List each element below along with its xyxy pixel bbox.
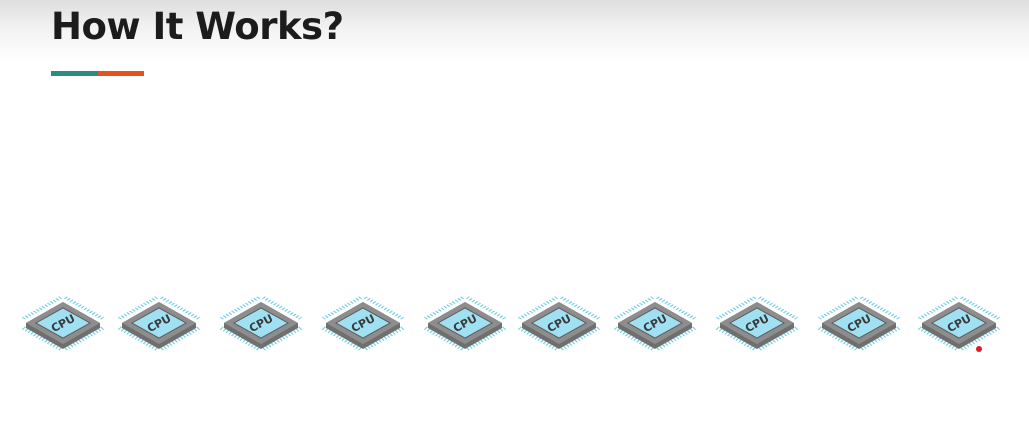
cpu-chip: CPU: [318, 290, 408, 358]
cpu-chip-icon: CPU: [220, 296, 302, 351]
cpu-chip: CPU: [514, 290, 604, 358]
cpu-chip: CPU: [420, 290, 510, 358]
cpu-chip-icon: CPU: [322, 296, 404, 351]
slide-title: How It Works?: [51, 5, 344, 48]
cpu-chip: CPU: [114, 290, 204, 358]
cpu-chip-icon: CPU: [424, 296, 506, 351]
title-underline: [51, 71, 144, 76]
underline-teal-segment: [51, 71, 98, 76]
cpu-chip: CPU: [216, 290, 306, 358]
underline-orange-segment: [98, 71, 144, 76]
cpu-chip: CPU: [814, 290, 904, 358]
cpu-chip-icon: CPU: [918, 296, 1000, 351]
cpu-chip: CPU: [610, 290, 700, 358]
cpu-chip-icon: CPU: [118, 296, 200, 351]
cpu-chip-icon: CPU: [614, 296, 696, 351]
cpu-chip-icon: CPU: [818, 296, 900, 351]
cpu-row: CPU CPU CPU CPU CPU CPU CPU CPU CPU CPU: [0, 290, 1029, 360]
cpu-chip: CPU: [18, 290, 108, 358]
cpu-chip-icon: CPU: [518, 296, 600, 351]
cursor-indicator: [976, 346, 982, 352]
cpu-chip: CPU: [914, 290, 1004, 358]
cpu-chip: CPU: [712, 290, 802, 358]
cpu-chip-icon: CPU: [22, 296, 104, 351]
cpu-chip-icon: CPU: [716, 296, 798, 351]
